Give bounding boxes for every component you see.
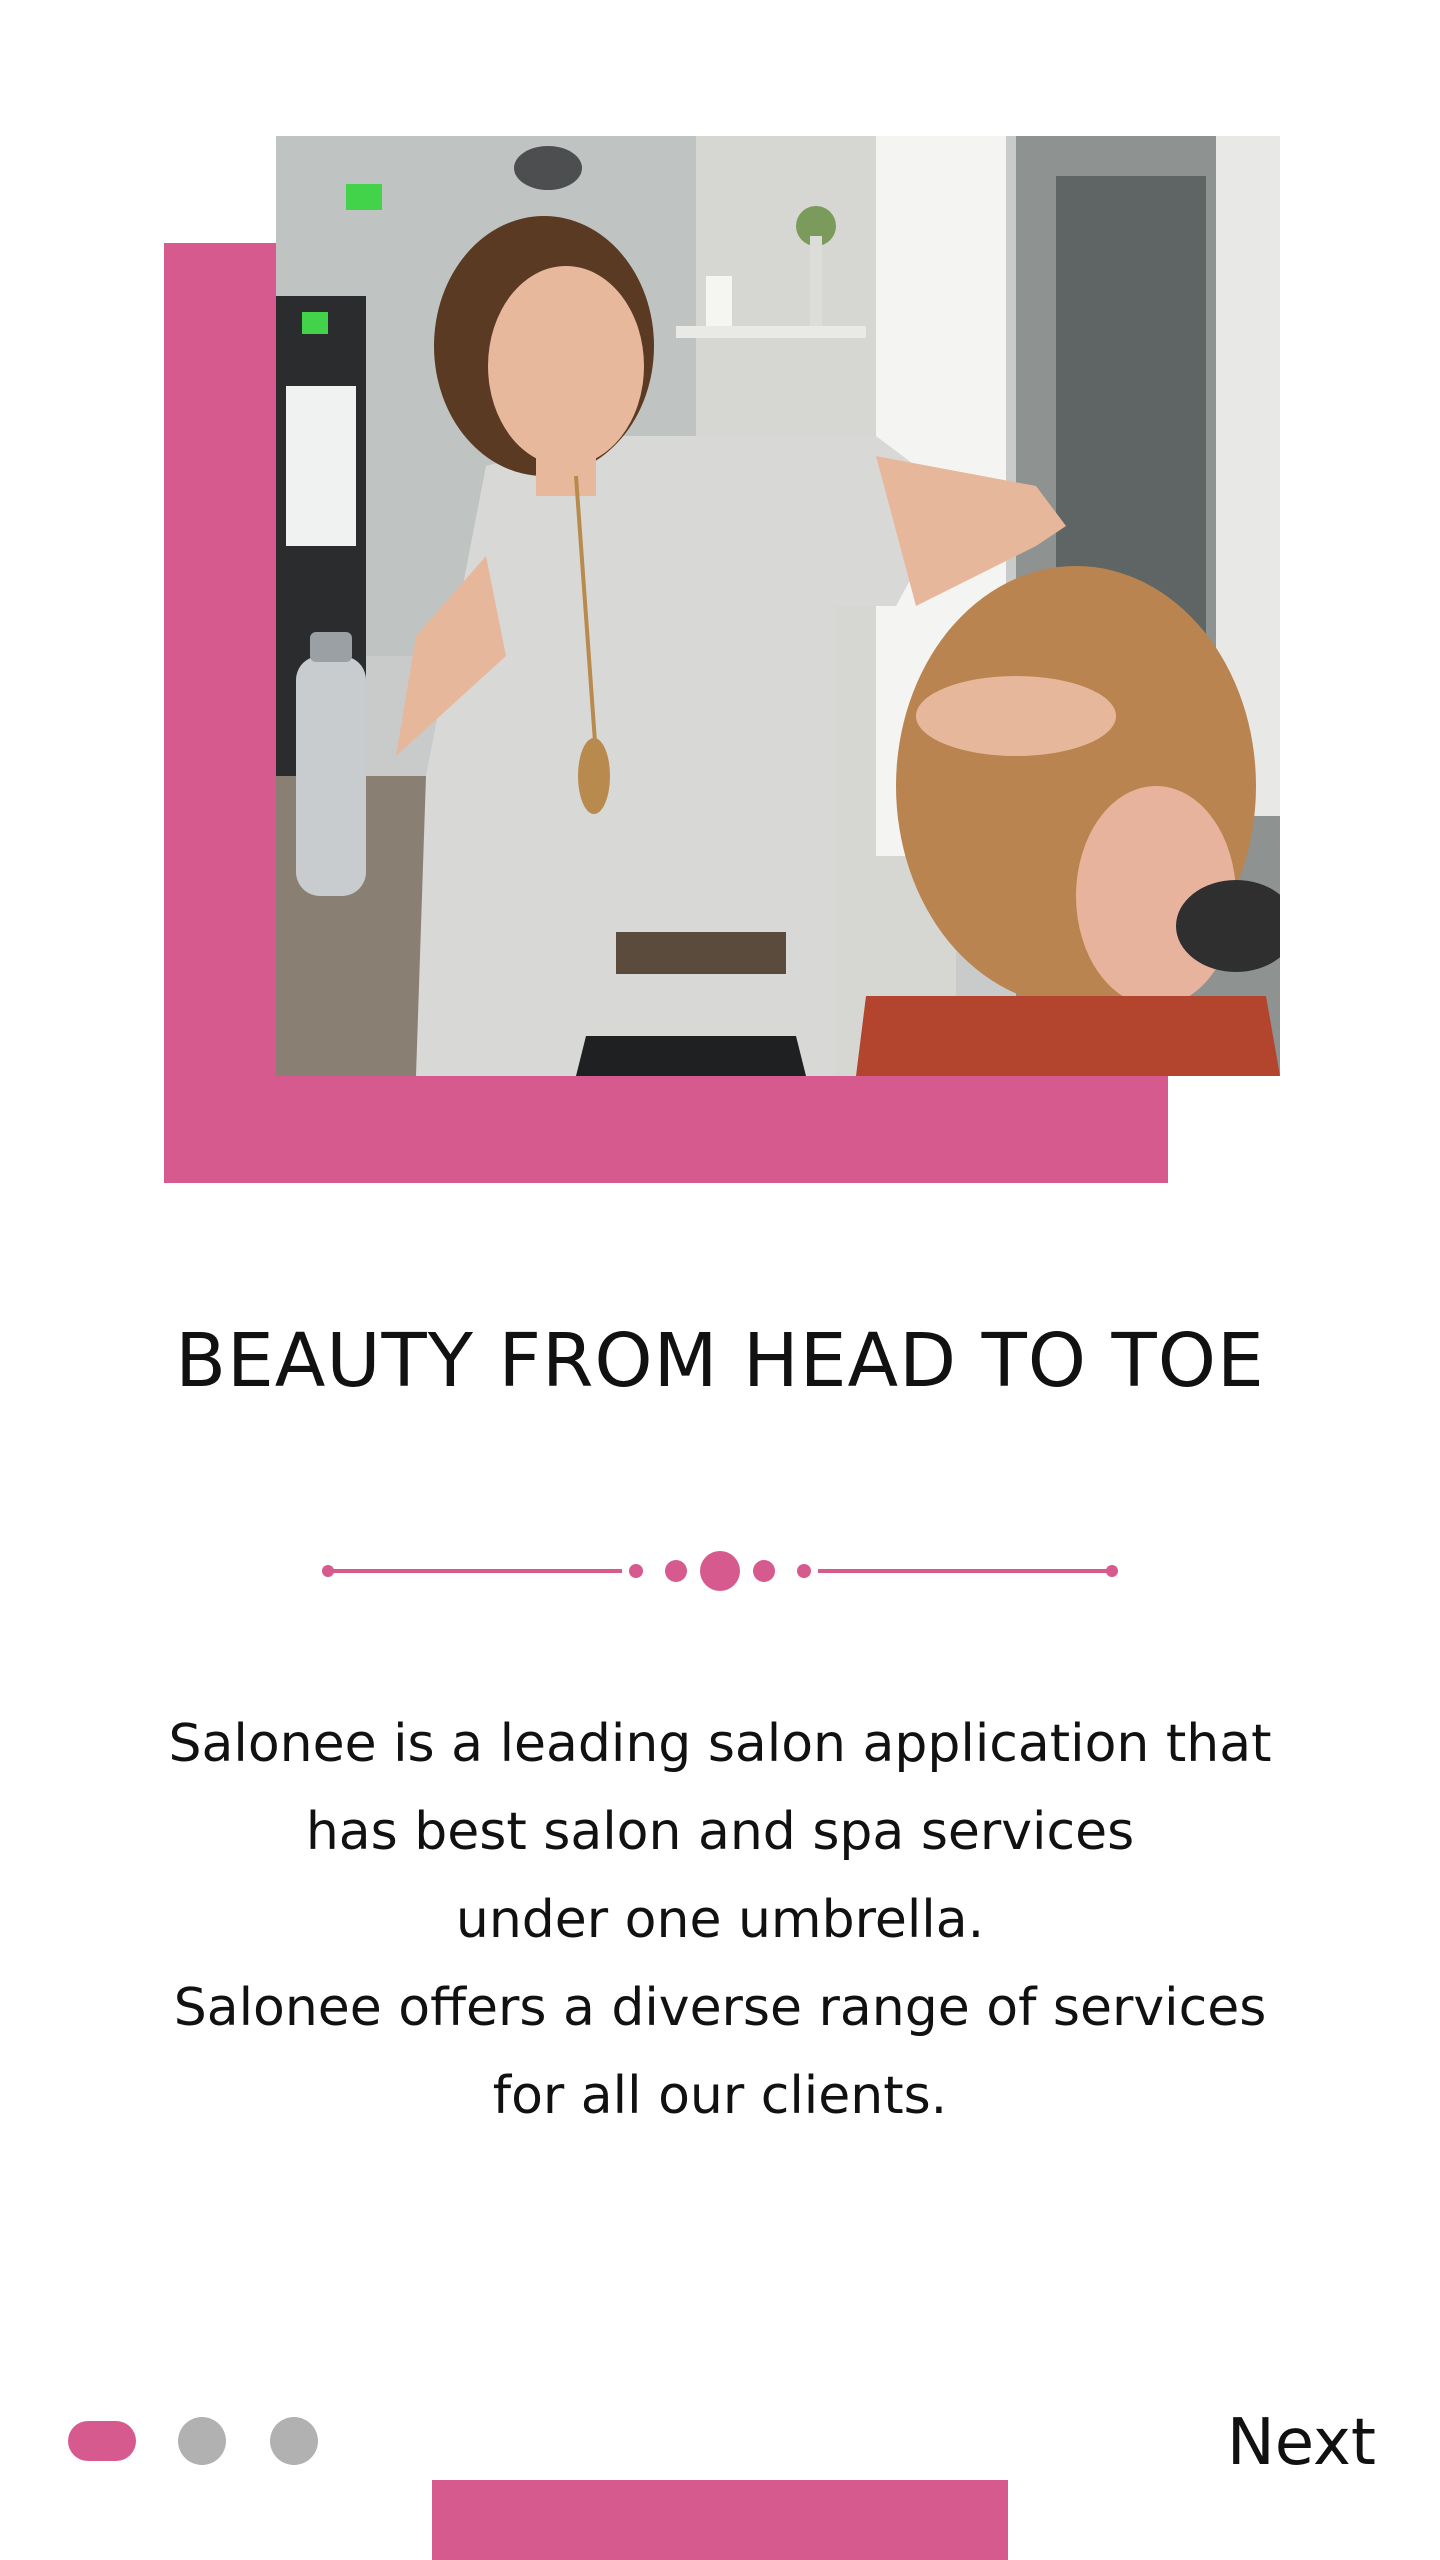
hero-image (276, 136, 1280, 1076)
description: Salonee is a leading salon application t… (0, 1700, 1440, 2140)
description-line: under one umbrella. (455, 1890, 985, 1950)
page-dot[interactable] (270, 2417, 318, 2465)
page-title: BEAUTY FROM HEAD TO TOE (175, 1318, 1265, 1404)
dotted-line-divider-icon (322, 1551, 1118, 1591)
page-dot-active[interactable] (68, 2421, 136, 2461)
description-line: Salonee offers a diverse range of servic… (173, 1978, 1267, 2038)
page-dot[interactable] (178, 2417, 226, 2465)
bottom-accent-bar (432, 2480, 1008, 2560)
description-line: for all our clients. (492, 2066, 948, 2126)
next-button[interactable]: Next (1227, 2406, 1376, 2480)
description-line: Salonee is a leading salon application t… (168, 1714, 1272, 1774)
page-indicator (68, 2417, 318, 2465)
description-line: has best salon and spa services (305, 1802, 1135, 1862)
